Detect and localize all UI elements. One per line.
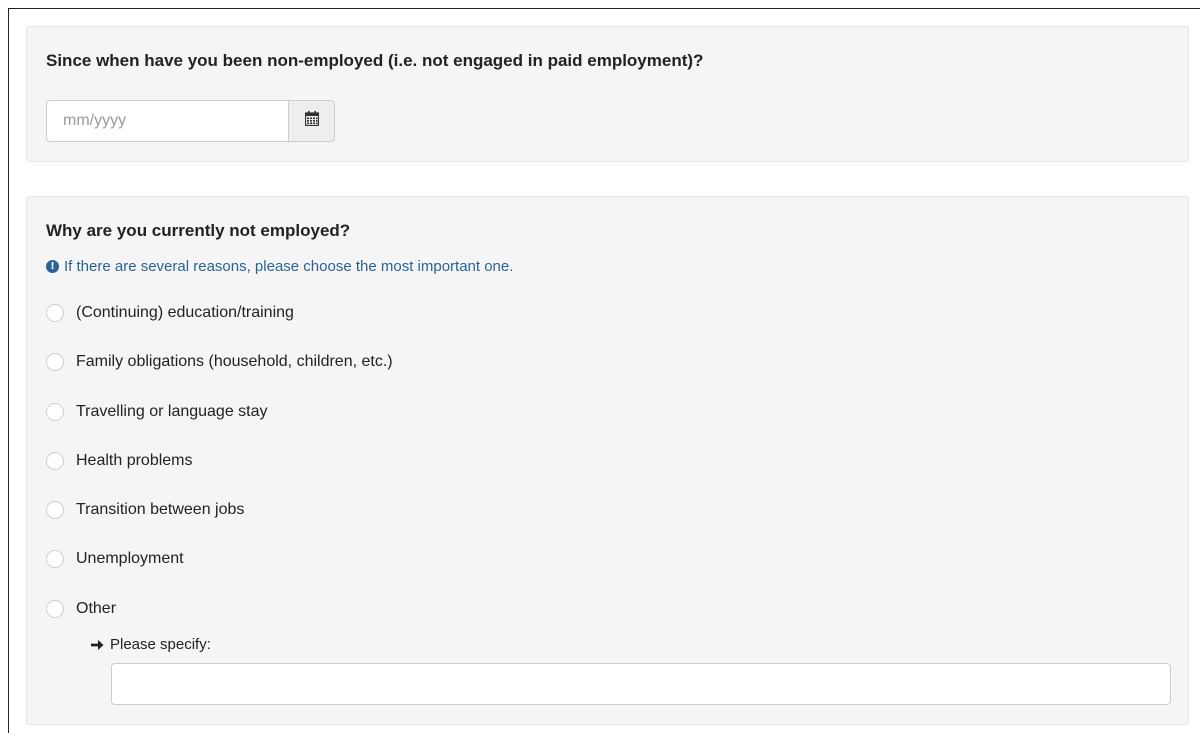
date-input-group: [46, 100, 335, 142]
radio-button[interactable]: [46, 451, 64, 470]
radio-button[interactable]: [46, 550, 64, 569]
arrow-right-icon: [91, 639, 104, 651]
radio-option[interactable]: Transition between jobs: [46, 500, 393, 549]
option-label: Family obligations (household, children,…: [76, 353, 393, 371]
question-title: Why are you currently not employed?: [46, 221, 351, 240]
form-frame: Since when have you been non-employed (i…: [8, 8, 1200, 733]
option-label: Transition between jobs: [76, 501, 245, 519]
option-label: Health problems: [76, 451, 193, 469]
radio-button[interactable]: [46, 353, 64, 372]
radio-button[interactable]: [46, 501, 64, 520]
radio-option[interactable]: Travelling or language stay: [46, 402, 393, 451]
radio-button[interactable]: [46, 599, 64, 618]
reason-options: (Continuing) education/training Family o…: [46, 303, 393, 648]
option-label: Other: [76, 599, 117, 617]
option-label: Unemployment: [76, 550, 184, 568]
specify-label: Please specify:: [110, 636, 211, 653]
calendar-button[interactable]: [288, 100, 335, 142]
question-title: Since when have you been non-employed (i…: [46, 51, 704, 70]
exclamation-circle-icon: !: [46, 260, 59, 273]
radio-option[interactable]: (Continuing) education/training: [46, 303, 393, 352]
option-label: Travelling or language stay: [76, 402, 268, 420]
question-panel-reason: Why are you currently not employed? ! If…: [26, 196, 1189, 725]
radio-option[interactable]: Family obligations (household, children,…: [46, 352, 393, 401]
radio-button[interactable]: [46, 402, 64, 421]
month-year-input[interactable]: [46, 100, 288, 142]
hint-label: If there are several reasons, please cho…: [64, 258, 514, 275]
specify-label-row: Please specify:: [91, 636, 211, 653]
option-label: (Continuing) education/training: [76, 304, 294, 321]
calendar-icon: [304, 111, 319, 131]
radio-option[interactable]: Health problems: [46, 451, 393, 500]
specify-text-input[interactable]: [111, 663, 1171, 705]
radio-button[interactable]: [46, 304, 64, 322]
radio-option[interactable]: Unemployment: [46, 549, 393, 598]
hint-text: ! If there are several reasons, please c…: [46, 258, 513, 275]
question-panel-start-date: Since when have you been non-employed (i…: [26, 26, 1189, 162]
